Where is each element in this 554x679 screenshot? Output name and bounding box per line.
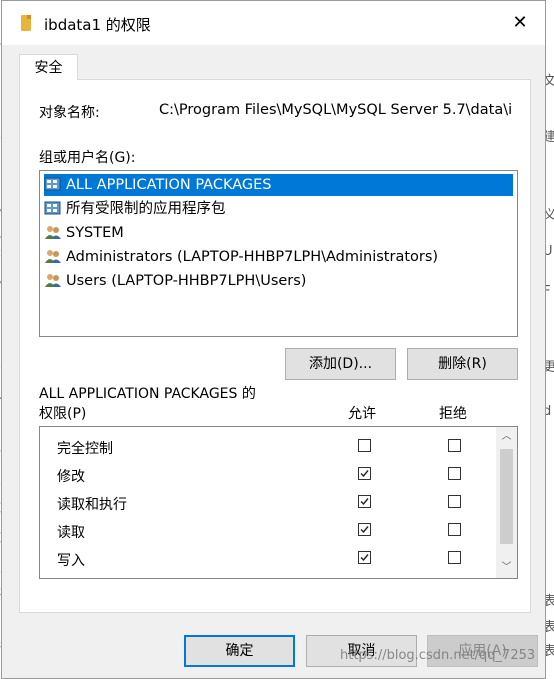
allow-checkbox[interactable]	[358, 467, 371, 480]
remove-button[interactable]: 删除(R)	[407, 348, 518, 380]
title-bar: ibdata1 的权限 ✕	[2, 1, 545, 45]
group-item-label: Users (LAPTOP-HHBP7LPH\Users)	[66, 273, 307, 289]
window-title: ibdata1 的权限	[44, 16, 151, 34]
group-item-label: ALL APPLICATION PACKAGES	[66, 177, 272, 193]
close-icon: ✕	[512, 12, 528, 33]
permission-name: 写入	[57, 553, 85, 569]
deny-checkbox[interactable]	[448, 467, 461, 480]
deny-checkbox[interactable]	[448, 439, 461, 452]
allow-checkbox[interactable]	[358, 439, 371, 452]
permission-name: 修改	[57, 469, 85, 485]
permission-name: 读取和执行	[57, 497, 127, 513]
tab-security[interactable]: 安全	[19, 54, 78, 80]
scrollbar[interactable]: ︿ ﹀	[496, 427, 517, 578]
deny-checkbox[interactable]	[448, 523, 461, 536]
cancel-button[interactable]: 取消	[306, 635, 417, 667]
deny-checkbox[interactable]	[448, 551, 461, 564]
permission-row: 读取	[40, 517, 496, 545]
deny-checkbox[interactable]	[448, 495, 461, 508]
close-button[interactable]: ✕	[505, 9, 535, 37]
group-item-label: SYSTEM	[66, 225, 124, 241]
permissions-dialog: ibdata1 的权限 ✕ 安全 对象名称: C:\Program Files\…	[1, 0, 546, 679]
add-button[interactable]: 添加(D)...	[285, 348, 396, 380]
users-icon	[44, 272, 62, 288]
group-item[interactable]: Administrators (LAPTOP-HHBP7LPH\Administ…	[44, 246, 444, 268]
permission-name: 读取	[57, 525, 85, 541]
permissions-subtitle: 权限(P)	[39, 406, 87, 422]
allow-checkbox[interactable]	[358, 551, 371, 564]
group-item[interactable]: 所有受限制的应用程序包	[44, 198, 232, 220]
users-icon	[44, 224, 62, 240]
permission-row: 读取和执行	[40, 489, 496, 517]
object-name-value: C:\Program Files\MySQL\MySQL Server 5.7\…	[159, 102, 513, 118]
permissions-list: 写入 读取 读取和执行 修改 完全控制 ︿ ﹀	[39, 426, 518, 579]
object-name-label: 对象名称:	[39, 105, 100, 121]
scroll-down-icon[interactable]: ﹀	[496, 558, 517, 578]
groups-label: 组或用户名(G):	[39, 150, 136, 166]
permission-row: 完全控制	[40, 433, 496, 461]
group-item-label: 所有受限制的应用程序包	[66, 201, 226, 217]
group-item[interactable]: ALL APPLICATION PACKAGES	[44, 174, 513, 196]
permission-row: 修改	[40, 461, 496, 489]
group-item[interactable]: SYSTEM	[44, 222, 130, 244]
permission-row: 写入	[40, 545, 496, 573]
allow-checkbox[interactable]	[358, 523, 371, 536]
apply-button[interactable]: 应用(A)	[427, 635, 538, 667]
scrollbar-thumb[interactable]	[500, 449, 513, 544]
app-package-icon	[44, 200, 62, 216]
scroll-up-icon[interactable]: ︿	[496, 427, 517, 447]
users-icon	[44, 248, 62, 264]
ok-button[interactable]: 确定	[184, 635, 295, 667]
group-item[interactable]: Users (LAPTOP-HHBP7LPH\Users)	[44, 270, 312, 292]
file-icon	[21, 15, 31, 31]
permission-name: 完全控制	[57, 441, 113, 457]
allow-checkbox[interactable]	[358, 495, 371, 508]
group-item-label: Administrators (LAPTOP-HHBP7LPH\Administ…	[66, 249, 439, 265]
groups-listbox[interactable]: ALL APPLICATION PACKAGES 所有受限制的应用程序包 SYSTE…	[39, 170, 518, 337]
allow-header: 允许	[348, 406, 376, 422]
app-package-icon	[44, 176, 62, 192]
permissions-title: ALL APPLICATION PACKAGES 的	[39, 386, 256, 402]
deny-header: 拒绝	[439, 406, 467, 422]
